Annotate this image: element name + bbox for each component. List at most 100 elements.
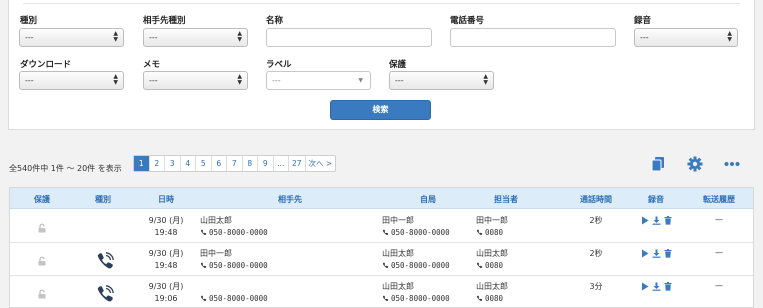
phone-icon <box>95 284 115 304</box>
page-link: ... <box>274 156 289 171</box>
search-button[interactable]: 検索 <box>330 100 431 120</box>
protect-label: 保護 <box>389 60 407 70</box>
page-link[interactable]: 1 <box>134 156 150 171</box>
recording-select-value: --- <box>640 33 649 42</box>
page-link[interactable]: 27 <box>289 156 306 171</box>
download-select-value: --- <box>25 76 34 85</box>
column-recording[interactable]: 録音 <box>648 194 664 205</box>
column-datetime[interactable]: 日時 <box>158 194 174 205</box>
party-name: 田中一郎 <box>200 249 232 258</box>
party-phone: 050-8000-0000 <box>200 294 268 303</box>
panel-divider <box>23 3 740 4</box>
updown-arrows-icon: ▲ ▼ <box>237 73 242 86</box>
gear-icon[interactable] <box>686 156 704 172</box>
type-select[interactable]: --- ▲ ▼ <box>19 28 124 47</box>
page-link[interactable]: 3 <box>165 156 181 171</box>
page-link[interactable]: 6 <box>212 156 227 171</box>
staff-ext-number: 0080 <box>485 294 504 303</box>
table-row[interactable]: 9/30 (月) 19:48 山田太郎 050-8000-0000 田中一郎 050-80… <box>10 210 753 243</box>
party-type-select-value: --- <box>149 33 158 42</box>
phone-input[interactable] <box>450 28 616 47</box>
table-header: 保護 種別 日時 相手先 自局 担当者 通話時間 録音 転送履歴 <box>10 188 753 209</box>
play-icon[interactable] <box>641 282 649 291</box>
call-duration: 3分 <box>589 282 603 291</box>
download-select[interactable]: --- ▲ ▼ <box>19 71 124 90</box>
staff-ext-number: 0080 <box>485 261 504 270</box>
table-row[interactable]: 9/30 (月) 19:48 田中一郎 050-8000-0000 山田太郎 050-80… <box>10 243 753 276</box>
label-select-value: --- <box>272 76 281 85</box>
memo-select[interactable]: --- ▲ ▼ <box>143 71 248 90</box>
result-count: 全540件中 1件 〜 20件 を表示 <box>9 164 122 173</box>
call-time: 19:06 <box>154 294 178 303</box>
updown-arrows-icon: ▲ ▼ <box>727 30 732 43</box>
page-link[interactable]: 4 <box>181 156 196 171</box>
download-label: ダウンロード <box>20 60 72 70</box>
label-select[interactable]: --- ▼ <box>266 71 371 90</box>
protect-select[interactable]: --- ▲ ▼ <box>389 71 494 90</box>
name-input[interactable] <box>266 28 432 47</box>
download-icon[interactable] <box>652 216 661 225</box>
trash-icon[interactable] <box>664 249 672 258</box>
party-phone-number: 050-8000-0000 <box>209 261 268 270</box>
column-party[interactable]: 相手先 <box>278 194 302 205</box>
call-date: 9/30 (月) <box>148 216 184 225</box>
play-icon[interactable] <box>641 216 649 225</box>
page-link[interactable]: 2 <box>150 156 165 171</box>
self-phone: 050-8000-0000 <box>382 261 450 270</box>
column-transfer[interactable]: 転送履歴 <box>703 194 735 205</box>
protect-select-value: --- <box>395 76 404 85</box>
page-link[interactable]: 次へ > <box>306 156 336 171</box>
page-link[interactable]: 5 <box>196 156 212 171</box>
trash-icon[interactable] <box>664 216 672 225</box>
updown-arrows-icon: ▲ ▼ <box>237 30 242 43</box>
page-link[interactable]: 7 <box>227 156 243 171</box>
column-type[interactable]: 種別 <box>95 194 111 205</box>
staff-name: 山田太郎 <box>476 282 508 291</box>
column-staff[interactable]: 担当者 <box>494 194 518 205</box>
staff-name: 田中一郎 <box>476 216 508 225</box>
self-phone-number: 050-8000-0000 <box>391 228 450 237</box>
lock-icon[interactable] <box>37 218 47 233</box>
copy-icon[interactable] <box>650 156 668 172</box>
page-link[interactable]: 9 <box>258 156 274 171</box>
updown-arrows-icon: ▲ ▼ <box>483 73 488 86</box>
recording-actions <box>641 216 672 225</box>
column-protect[interactable]: 保護 <box>34 194 50 205</box>
label-label: ラベル <box>266 60 292 70</box>
call-date: 9/30 (月) <box>148 249 184 258</box>
call-duration: 2秒 <box>589 249 603 258</box>
staff-name: 山田太郎 <box>476 249 508 258</box>
name-label: 名称 <box>266 16 284 26</box>
party-phone: 050-8000-0000 <box>200 228 268 237</box>
column-self[interactable]: 自局 <box>420 194 436 205</box>
page-link[interactable]: 8 <box>243 156 258 171</box>
party-type-label: 相手先種別 <box>143 16 186 26</box>
self-phone: 050-8000-0000 <box>382 294 450 303</box>
party-phone-number: 050-8000-0000 <box>209 228 268 237</box>
memo-label: メモ <box>143 60 161 70</box>
download-icon[interactable] <box>652 249 661 258</box>
updown-arrows-icon: ▲ ▼ <box>113 30 118 43</box>
self-name: 山田太郎 <box>382 249 414 258</box>
self-phone-number: 050-8000-0000 <box>391 261 450 270</box>
download-icon[interactable] <box>652 282 661 291</box>
trash-icon[interactable] <box>664 282 672 291</box>
play-icon[interactable] <box>641 249 649 258</box>
updown-arrows-icon: ▲ ▼ <box>113 73 118 86</box>
column-duration[interactable]: 通話時間 <box>580 194 612 205</box>
staff-ext-number: 0080 <box>485 228 504 237</box>
call-time: 19:48 <box>154 228 178 237</box>
table-row[interactable]: 9/30 (月) 19:06 050-8000-0000 山田太郎 050-8000-0… <box>10 276 753 308</box>
recording-actions <box>641 249 672 258</box>
lock-icon[interactable] <box>37 251 47 266</box>
party-type-select[interactable]: --- ▲ ▼ <box>143 28 248 47</box>
memo-select-value: --- <box>149 76 158 85</box>
lock-icon[interactable] <box>37 284 47 299</box>
caret-down-icon: ▼ <box>358 77 363 84</box>
phone-label: 電話番号 <box>450 16 485 26</box>
recording-select[interactable]: --- ▲ ▼ <box>634 28 738 47</box>
type-select-value: --- <box>25 33 34 42</box>
self-phone: 050-8000-0000 <box>382 228 450 237</box>
party-phone-number: 050-8000-0000 <box>209 294 268 303</box>
more-icon[interactable] <box>723 156 741 172</box>
